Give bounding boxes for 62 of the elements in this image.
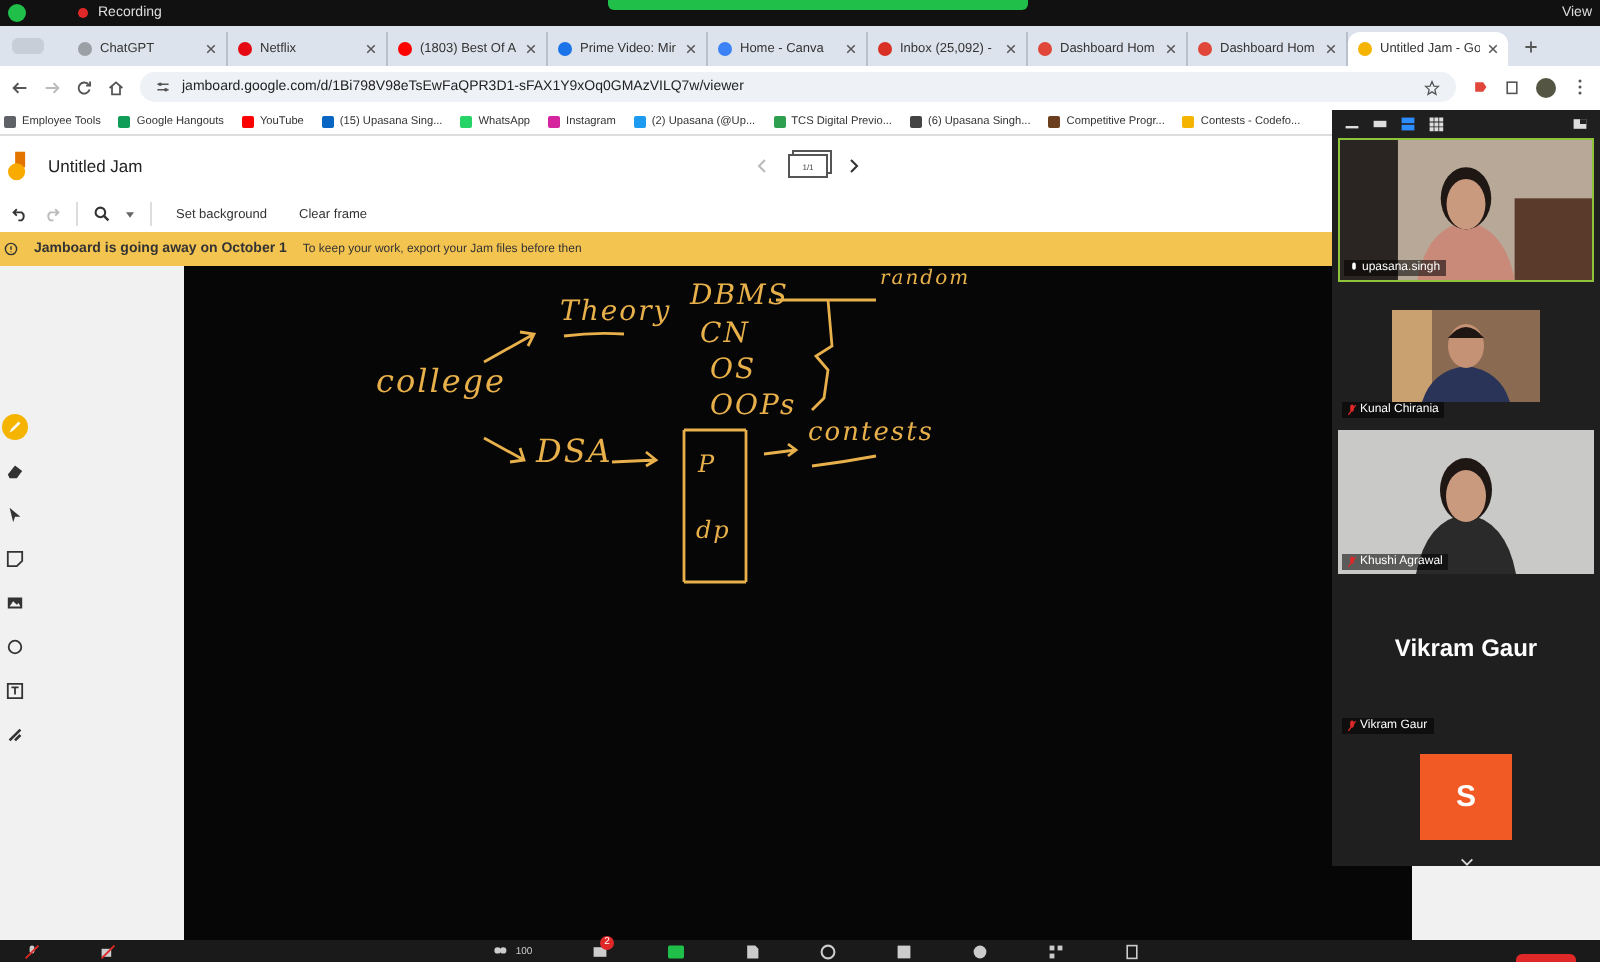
close-icon[interactable] bbox=[846, 44, 856, 54]
pen-icon bbox=[6, 418, 24, 436]
apps-icon[interactable] bbox=[1048, 943, 1065, 959]
caret-icon[interactable] bbox=[126, 211, 134, 217]
participant-avatar: S bbox=[1420, 753, 1512, 839]
note-icon bbox=[6, 550, 24, 568]
reload-icon[interactable] bbox=[76, 79, 92, 95]
next-frame-icon[interactable] bbox=[848, 158, 860, 174]
new-tab-icon[interactable] bbox=[1524, 40, 1538, 54]
circle-icon bbox=[6, 638, 24, 656]
textbox-tool[interactable] bbox=[2, 678, 28, 704]
video-off-icon[interactable] bbox=[100, 943, 116, 959]
exit-panel-icon[interactable] bbox=[1572, 116, 1588, 132]
speaker-view-icon[interactable] bbox=[1400, 116, 1416, 132]
chat-icon[interactable] bbox=[592, 943, 609, 959]
muted-microphone-icon[interactable] bbox=[24, 943, 40, 959]
info-icon bbox=[4, 242, 18, 256]
close-icon[interactable] bbox=[686, 44, 696, 54]
close-icon[interactable] bbox=[1488, 44, 1498, 54]
handwritten-text: DSA bbox=[536, 436, 613, 468]
select-icon bbox=[6, 506, 24, 524]
close-icon[interactable] bbox=[1326, 44, 1336, 54]
end-button[interactable] bbox=[1516, 954, 1576, 962]
close-icon[interactable] bbox=[526, 44, 536, 54]
home-icon[interactable] bbox=[108, 79, 124, 95]
close-icon[interactable] bbox=[1166, 44, 1176, 54]
hide-video-icon[interactable] bbox=[1372, 116, 1388, 132]
back-icon[interactable] bbox=[12, 79, 28, 95]
share-screen-icon[interactable] bbox=[668, 943, 685, 959]
textbox-icon bbox=[6, 682, 24, 700]
zoom-icon[interactable] bbox=[94, 206, 110, 222]
note-tool[interactable] bbox=[2, 546, 28, 572]
eraser-icon bbox=[6, 462, 24, 480]
handwritten-text: random bbox=[880, 270, 971, 290]
close-icon[interactable] bbox=[206, 44, 216, 54]
laser-icon bbox=[6, 726, 24, 744]
undo-icon[interactable] bbox=[12, 206, 28, 222]
handwritten-text: OS bbox=[710, 356, 757, 384]
meeting-status-icon bbox=[8, 4, 26, 22]
site-settings-icon[interactable] bbox=[156, 80, 170, 94]
close-icon[interactable] bbox=[1006, 44, 1016, 54]
handwritten-text: CN bbox=[700, 320, 750, 348]
gallery-view-icon[interactable] bbox=[1428, 116, 1444, 132]
handwritten-text: dp bbox=[696, 518, 731, 542]
close-icon[interactable] bbox=[366, 44, 376, 54]
participants-icon[interactable] bbox=[491, 943, 508, 959]
handwritten-text: P bbox=[698, 452, 717, 476]
handwritten-text: college bbox=[376, 366, 507, 398]
profile-avatar[interactable] bbox=[1536, 77, 1556, 97]
star-icon[interactable] bbox=[1424, 79, 1440, 95]
handwritten-text: DBMS bbox=[690, 282, 789, 310]
handwritten-text: OOPs bbox=[710, 392, 797, 420]
extension-icon[interactable] bbox=[1472, 78, 1488, 96]
chevron-down-icon[interactable] bbox=[1459, 858, 1473, 866]
circle-tool[interactable] bbox=[2, 634, 28, 660]
handwritten-text: Theory bbox=[560, 298, 672, 326]
whiteboard-icon[interactable] bbox=[1124, 943, 1141, 959]
image-icon bbox=[6, 594, 24, 612]
jamboard-logo-icon bbox=[8, 150, 28, 182]
jam-title[interactable]: Untitled Jam bbox=[48, 156, 143, 176]
record-icon[interactable] bbox=[820, 943, 837, 959]
handwritten-text: contests bbox=[808, 420, 934, 446]
